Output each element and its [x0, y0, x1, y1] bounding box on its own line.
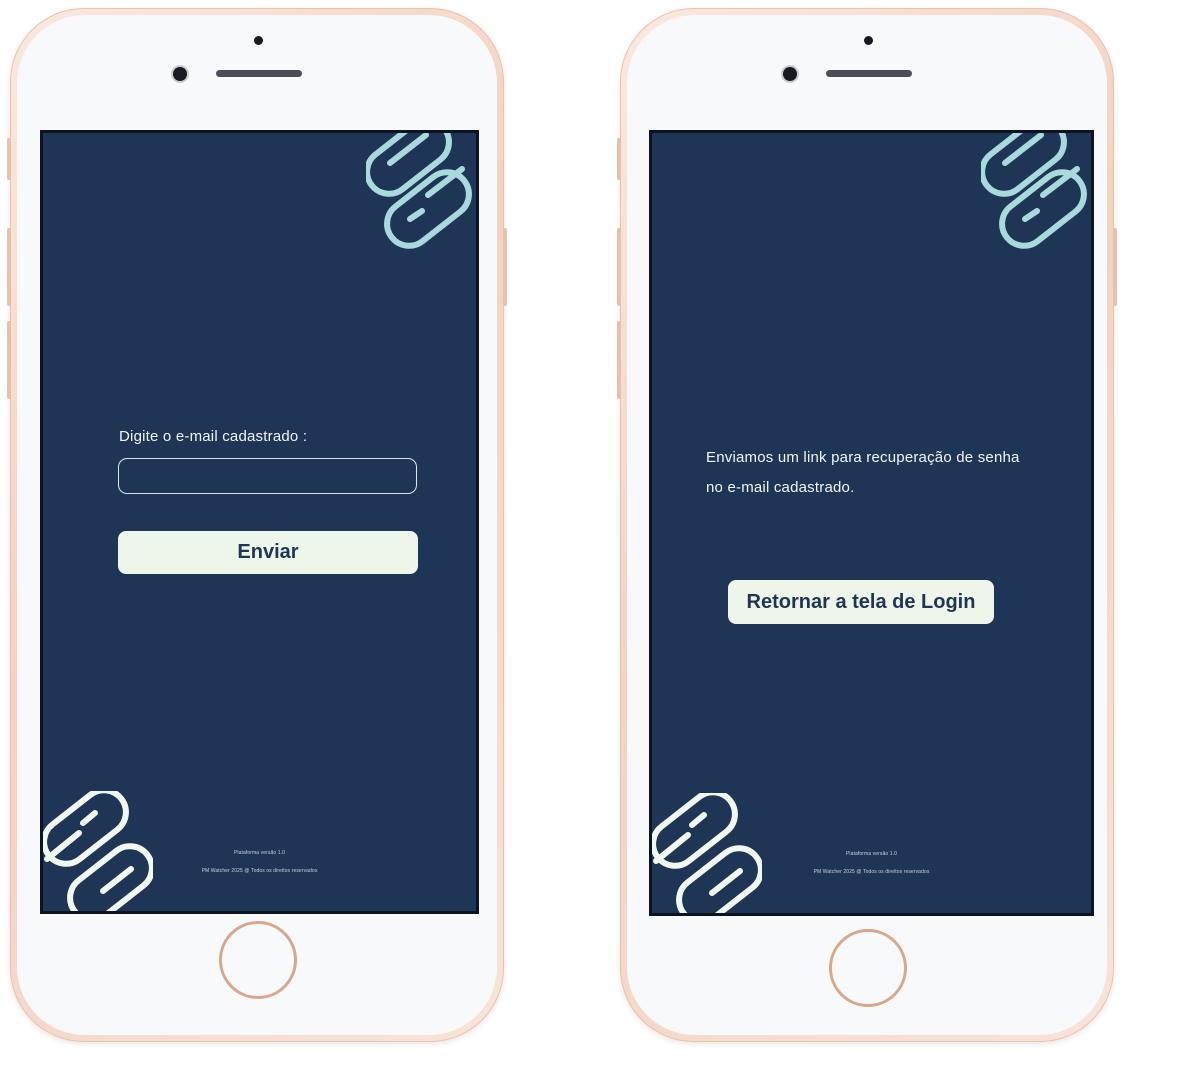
- confirmation-screen: Enviamos um link para recuperação de sen…: [649, 130, 1094, 916]
- front-camera: [783, 67, 797, 81]
- earpiece-speaker: [826, 70, 912, 77]
- power-button: [1113, 228, 1117, 306]
- version-text: Plataforma versão 1.0: [233, 850, 285, 856]
- email-prompt-label: Digite o e-mail cadastrado :: [119, 428, 308, 445]
- volume-up-button: [617, 228, 621, 306]
- submit-button[interactable]: Enviar: [118, 531, 418, 574]
- proximity-sensor: [864, 36, 873, 45]
- copyright-text: PM Watcher 2025 @ Todos os direitos rese…: [813, 869, 930, 875]
- volume-up-button: [7, 228, 11, 306]
- version-text: Plataforma versão 1.0: [845, 851, 897, 857]
- power-button: [503, 228, 507, 306]
- mute-switch: [7, 138, 11, 180]
- confirmation-message-line-2: no e-mail cadastrado.: [706, 479, 855, 496]
- home-button[interactable]: [829, 929, 907, 1007]
- confirmation-message-line-1: Enviamos um link para recuperação de sen…: [706, 449, 1020, 466]
- pill-decoration-top-icon: [981, 133, 1087, 249]
- copyright-text: PM Watcher 2025 @ Todos os direitos rese…: [201, 868, 318, 874]
- email-input[interactable]: [118, 458, 417, 494]
- pill-decoration-top-icon: [366, 133, 472, 249]
- return-to-login-button[interactable]: Retornar a tela de Login: [728, 580, 994, 624]
- forgot-password-screen: Digite o e-mail cadastrado : Enviar Plat…: [40, 130, 479, 914]
- mute-switch: [617, 138, 621, 180]
- proximity-sensor: [254, 36, 263, 45]
- confirmation-message: Enviamos um link para recuperação de sen…: [706, 443, 1020, 503]
- front-camera: [173, 67, 187, 81]
- volume-down-button: [617, 321, 621, 399]
- home-button[interactable]: [219, 921, 297, 999]
- volume-down-button: [7, 321, 11, 399]
- earpiece-speaker: [216, 70, 302, 77]
